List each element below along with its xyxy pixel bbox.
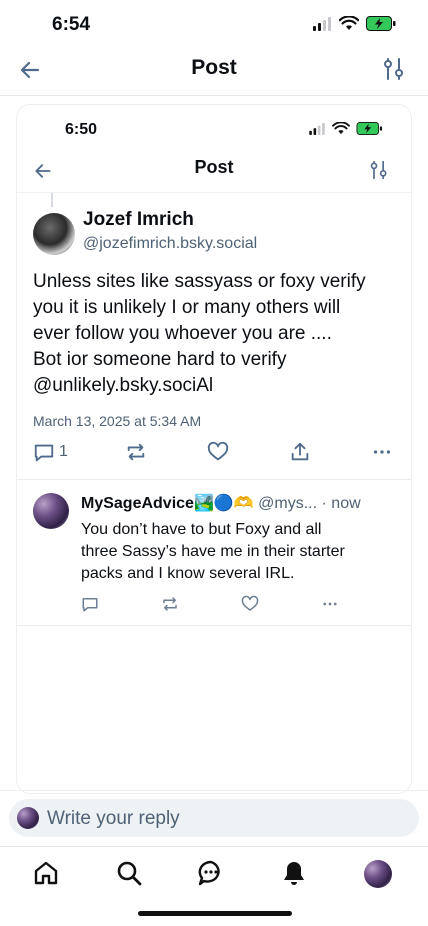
status-bar: 6:54 [0,0,428,50]
like-icon [207,441,229,461]
repost-icon [163,597,177,611]
reply-text: You don’t have to but Foxy and all three… [81,521,345,582]
embedded-status-time: 6:50 [65,121,98,138]
composer-avatar [17,807,39,829]
wifi-icon [332,122,350,135]
post-actions: 1 [17,441,411,473]
tune-icon [370,160,387,180]
reply-action: 1 [33,441,68,463]
more-icon [373,450,391,454]
signal-icon [309,122,325,135]
battery-icon [366,16,396,31]
wifi-icon [339,16,359,30]
share-icon [291,442,309,461]
repost-icon [127,443,145,461]
more-action [371,441,393,463]
search-icon[interactable] [115,859,143,887]
reply-count: 1 [59,443,68,460]
reply-time: · now [321,495,361,512]
author-avatar [33,213,75,255]
divider [17,479,411,480]
reply-author-handle: @mys... [258,495,318,512]
post-text: Unless sites like sassyass or foxy verif… [33,271,366,396]
reply-actions [17,595,411,617]
reply-author-name: MySageAdvice [81,495,194,512]
post-date: March 13, 2025 at 5:34 AM [33,413,202,429]
reply-composer-placeholder: Write your reply [47,808,180,829]
signal-icon [313,16,331,31]
reply-icon [34,444,54,462]
battery-icon [356,122,383,135]
composer-divider [0,790,428,791]
bell-icon[interactable] [280,859,308,887]
divider [17,625,411,626]
embedded-status-bar: 6:50 [17,105,411,151]
embedded-page-title: Post [194,157,234,177]
status-icons [312,16,396,31]
tune-icon[interactable] [382,56,406,82]
like-icon [241,595,259,611]
post-header: Post [0,50,428,96]
reply-composer[interactable]: Write your reply [9,799,419,837]
status-time: 6:54 [52,14,91,35]
page-title: Post [191,56,237,79]
repost-action [125,441,147,463]
author-name: Jozef Imrich [83,209,194,230]
home-indicator [138,911,292,916]
home-icon[interactable] [32,859,60,887]
reply-author-emoji: 🏞️🔵🫶 [193,495,254,512]
reply-header: MySageAdvice🏞️🔵🫶 @mys... · now [81,493,361,513]
reply-icon [82,598,98,612]
author-handle: @jozefimrich.bsky.social [83,235,258,252]
more-icon [323,602,337,606]
reply-author-avatar [33,493,69,529]
share-action [289,441,311,463]
embedded-screenshot: 6:50 Post Jozef Imrich @jozefimrich.bsky… [16,104,412,794]
thread-line [51,193,53,207]
embedded-status-icons [308,122,383,135]
chat-icon[interactable] [197,859,225,887]
like-action [207,441,229,463]
embedded-post-header: Post [17,151,411,193]
bottom-nav [0,846,428,898]
profile-avatar[interactable] [364,860,392,888]
